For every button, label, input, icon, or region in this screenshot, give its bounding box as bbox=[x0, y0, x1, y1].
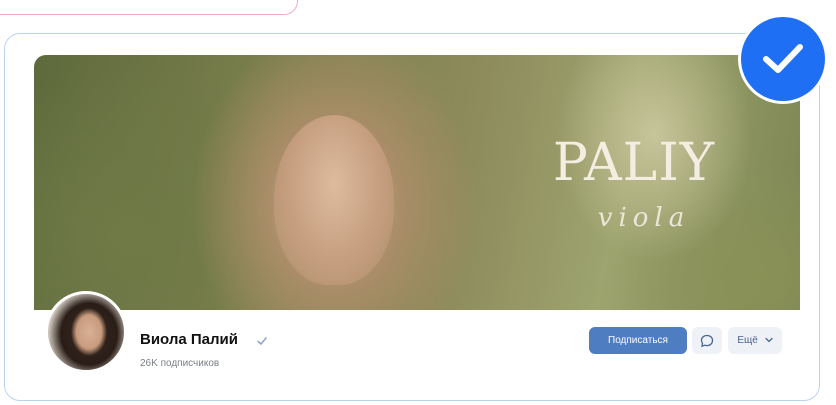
more-button-label: Ещё bbox=[737, 335, 758, 347]
checkmark-badge-icon bbox=[741, 17, 825, 101]
check-mark-icon bbox=[256, 334, 268, 346]
chevron-down-icon bbox=[764, 335, 773, 346]
top-card-edge bbox=[0, 0, 298, 15]
cover-logo-text: PALIY bbox=[552, 133, 716, 193]
cover-logo-script: viola bbox=[597, 203, 691, 233]
cover-portrait bbox=[274, 115, 394, 285]
message-bubble-icon bbox=[700, 333, 714, 348]
more-button[interactable]: Ещё bbox=[728, 327, 782, 354]
avatar[interactable] bbox=[45, 291, 127, 373]
subscriber-count[interactable]: 26K подписчиков bbox=[140, 358, 219, 369]
page: PALIY viola Виола Палий 26K подписчиков … bbox=[0, 0, 836, 405]
message-button[interactable] bbox=[692, 327, 722, 354]
profile-name[interactable]: Виола Палий bbox=[140, 331, 238, 348]
subscribe-button[interactable]: Подписаться bbox=[589, 327, 687, 354]
cover-image: PALIY viola bbox=[34, 55, 800, 310]
